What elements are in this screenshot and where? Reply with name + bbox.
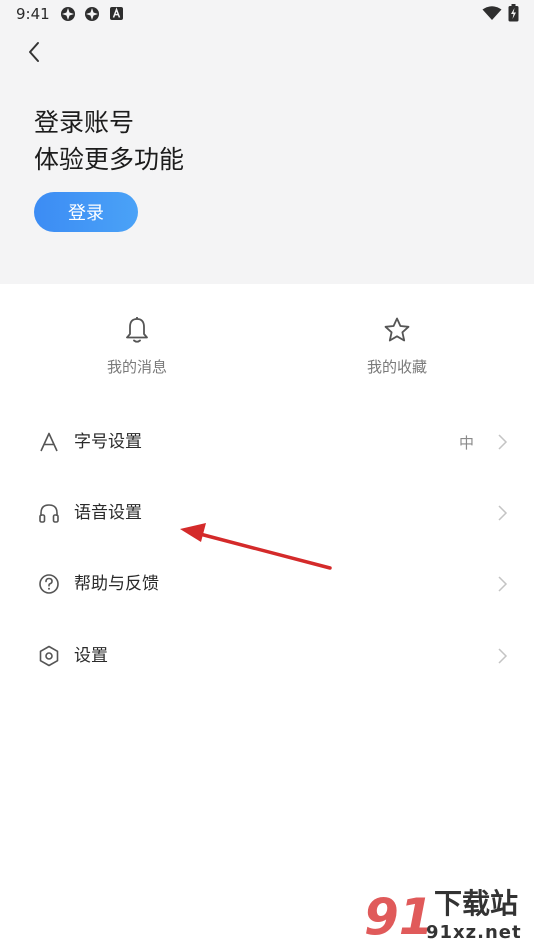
chevron-left-icon [29,42,39,62]
menu-label: 字号设置 [74,432,142,452]
status-time: 9:41 [16,5,50,23]
login-title-line2: 体验更多功能 [34,145,185,174]
settings-hexagon-icon [38,645,60,667]
wifi-icon [482,6,502,20]
site-watermark: 91 下载站 91xz.net [360,886,534,950]
chevron-right-icon [498,505,508,521]
chevron-right-icon [498,434,508,450]
menu-item-font-size[interactable]: 字号设置 中 [0,412,534,472]
login-button[interactable]: 登录 [34,192,138,232]
watermark-url: 91xz.net [426,922,522,943]
bell-icon [126,317,148,343]
star-icon [384,317,410,342]
my-messages-button[interactable]: 我的消息 [77,316,197,377]
status-bar: 9:41 [0,0,534,28]
menu-label: 设置 [74,646,108,666]
chevron-right-icon [498,576,508,592]
font-size-icon [38,431,60,453]
headphones-icon [38,502,60,524]
menu-item-settings[interactable]: 设置 [0,626,534,686]
app-notification-icon [85,7,99,21]
a-badge-icon [110,7,123,20]
login-prompt-title: 登录账号 体验更多功能 [34,104,184,178]
help-icon [38,573,60,595]
menu-item-voice-settings[interactable]: 语音设置 [0,483,534,543]
chevron-right-icon [498,648,508,664]
login-title-line1: 登录账号 [34,108,135,137]
battery-charging-icon [508,4,519,22]
font-size-value: 中 [458,434,474,452]
my-favorites-button[interactable]: 我的收藏 [337,316,457,377]
menu-item-help-feedback[interactable]: 帮助与反馈 [0,554,534,614]
watermark-title: 下载站 [434,887,519,920]
menu-label: 语音设置 [74,503,142,523]
my-favorites-label: 我的收藏 [366,358,427,376]
menu-label: 帮助与反馈 [74,574,159,594]
app-notification-icon [61,7,75,21]
back-button[interactable] [20,38,48,66]
watermark-logo: 91 [364,888,434,946]
my-messages-label: 我的消息 [106,358,167,376]
